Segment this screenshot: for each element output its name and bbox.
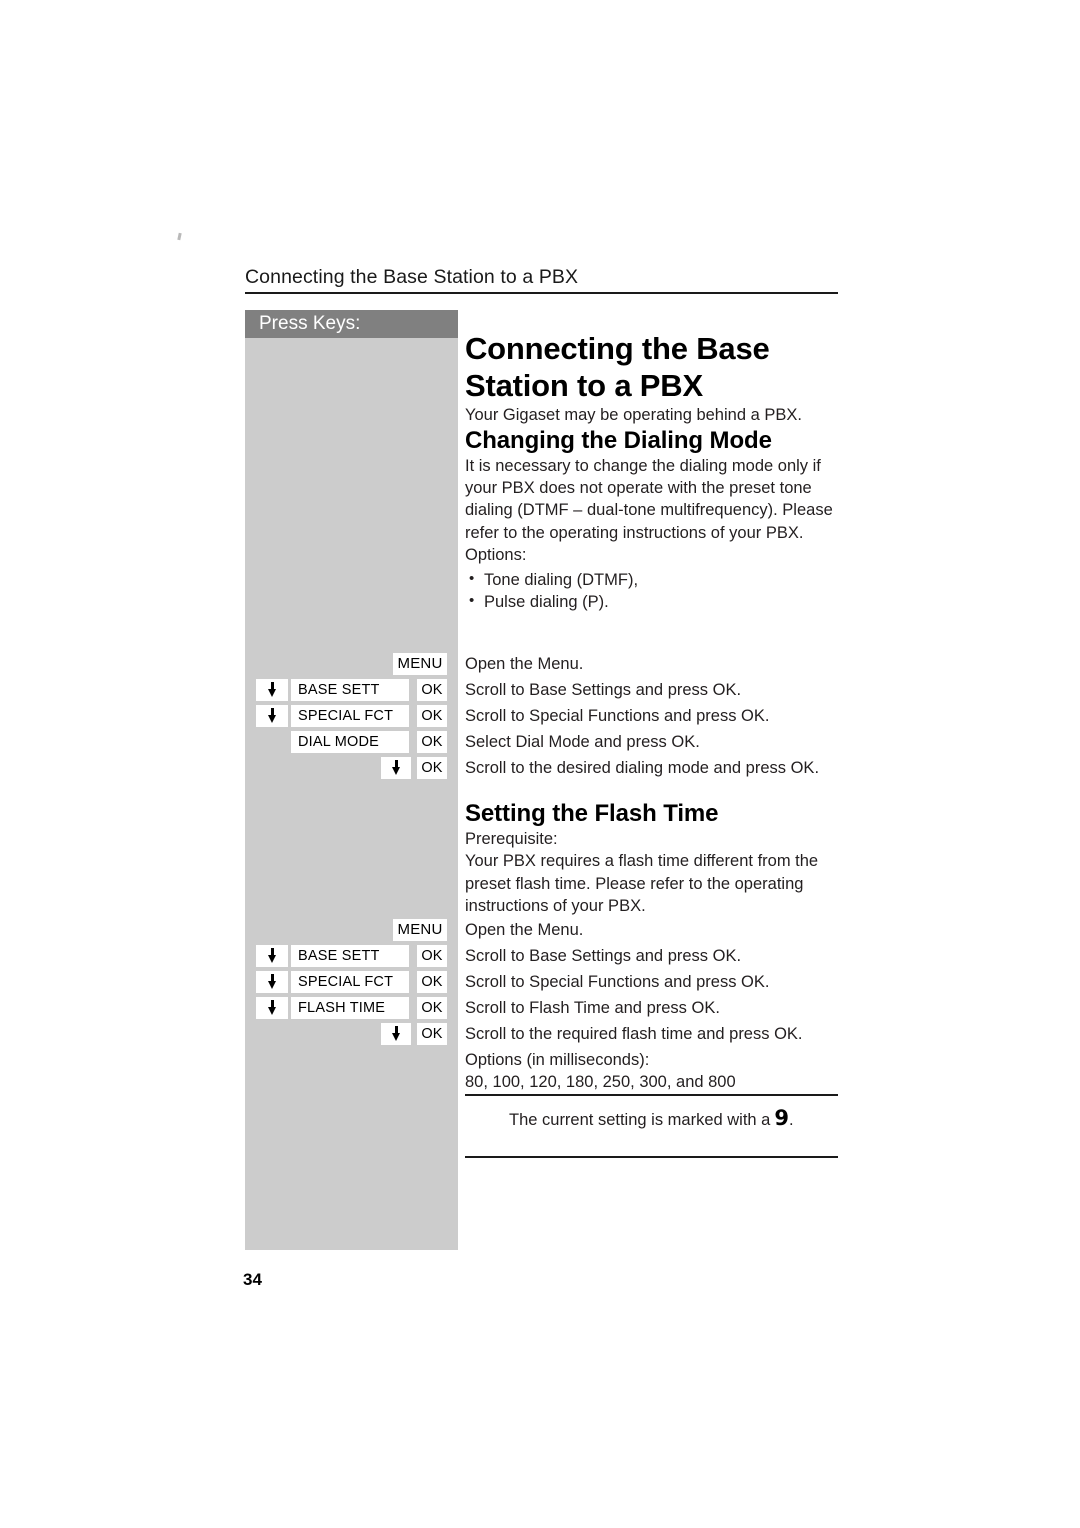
down-arrow-icon[interactable] bbox=[256, 679, 288, 701]
note-rule-bottom bbox=[465, 1156, 838, 1158]
ok-button[interactable]: OK bbox=[417, 997, 447, 1019]
list-item: Tone dialing (DTMF), bbox=[465, 568, 838, 591]
running-header-text: Connecting the Base Station to a PBX bbox=[245, 266, 579, 288]
ok-button[interactable]: OK bbox=[417, 731, 447, 753]
ok-button[interactable]: OK bbox=[417, 1023, 447, 1045]
running-header: Connecting the Base Station to a PBX bbox=[245, 266, 838, 294]
down-arrow-icon[interactable] bbox=[256, 945, 288, 967]
section-paragraph-dialing-mode: It is necessary to change the dialing mo… bbox=[465, 456, 833, 542]
ok-button[interactable]: OK bbox=[417, 757, 447, 779]
menu-button[interactable]: MENU bbox=[393, 653, 447, 675]
step-description: Scroll to the required flash time and pr… bbox=[465, 1025, 803, 1043]
key-row: FLASH TIME OK bbox=[245, 997, 458, 1019]
note-box-bottom bbox=[465, 1156, 838, 1158]
key-row: BASE SETT OK bbox=[245, 945, 458, 967]
step-description: Open the Menu. bbox=[465, 655, 584, 673]
section-paragraph-flash-time: Your PBX requires a flash time different… bbox=[465, 852, 819, 915]
step-description: Scroll to Special Functions and press OK… bbox=[465, 707, 770, 725]
down-arrow-icon[interactable] bbox=[256, 705, 288, 727]
key-row: SPECIAL FCT OK bbox=[245, 705, 458, 727]
ok-button[interactable]: OK bbox=[417, 945, 447, 967]
step-description: Scroll to Special Functions and press OK… bbox=[465, 973, 770, 991]
options-milliseconds-label: Options (in milliseconds): bbox=[465, 1051, 650, 1069]
key-row: BASE SETT OK bbox=[245, 679, 458, 701]
content-column: Connecting the Base Station to a PBX You… bbox=[465, 330, 838, 614]
key-row: OK bbox=[245, 1023, 458, 1045]
page-title: Connecting the Base Station to a PBX bbox=[465, 331, 770, 404]
options-list: Tone dialing (DTMF), Pulse dialing (P). bbox=[465, 568, 838, 614]
step-description: Open the Menu. bbox=[465, 921, 584, 939]
key-row: DIAL MODE OK bbox=[245, 731, 458, 753]
press-keys-panel: Press Keys: MENU BASE SETT OK SPECIAL FC… bbox=[245, 310, 458, 1250]
display-label-special-fct: SPECIAL FCT bbox=[291, 705, 409, 727]
key-row: MENU bbox=[245, 653, 458, 675]
note-text-label: The current setting is marked with a bbox=[509, 1111, 771, 1129]
step-descriptions-flash-time: Open the Menu. Scroll to Base Settings a… bbox=[465, 919, 845, 1097]
key-row: OK bbox=[245, 757, 458, 779]
key-row: MENU bbox=[245, 919, 458, 941]
note-text-trailing: . bbox=[788, 1111, 794, 1129]
key-sequence-dialing-mode: MENU BASE SETT OK SPECIAL FCT OK DIAL MO… bbox=[245, 653, 458, 783]
display-label-base-sett: BASE SETT bbox=[291, 945, 409, 967]
section-heading-dialing-mode: Changing the Dialing Mode bbox=[465, 426, 772, 454]
registration-tick bbox=[177, 232, 182, 241]
down-arrow-icon[interactable] bbox=[381, 1023, 411, 1045]
step-description: Select Dial Mode and press OK. bbox=[465, 733, 700, 751]
ok-button[interactable]: OK bbox=[417, 705, 447, 727]
display-label-base-sett: BASE SETT bbox=[291, 679, 409, 701]
down-arrow-icon[interactable] bbox=[256, 997, 288, 1019]
display-label-flash-time: FLASH TIME bbox=[291, 997, 409, 1019]
current-setting-mark-icon: 9 bbox=[774, 1106, 789, 1130]
key-sequence-flash-time: MENU BASE SETT OK SPECIAL FCT OK FLASH T… bbox=[245, 919, 458, 1049]
ok-button[interactable]: OK bbox=[417, 679, 447, 701]
step-description: Scroll to Flash Time and press OK. bbox=[465, 999, 720, 1017]
prerequisite-label: Prerequisite: bbox=[465, 830, 558, 848]
down-arrow-icon[interactable] bbox=[381, 757, 411, 779]
menu-button[interactable]: MENU bbox=[393, 919, 447, 941]
step-description: Scroll to the desired dialing mode and p… bbox=[465, 759, 820, 777]
options-label: Options: bbox=[465, 545, 527, 564]
display-label-special-fct: SPECIAL FCT bbox=[291, 971, 409, 993]
display-label-dial-mode: DIAL MODE bbox=[291, 731, 409, 753]
step-descriptions-dialing-mode: Open the Menu. Scroll to Base Settings a… bbox=[465, 653, 845, 783]
down-arrow-icon[interactable] bbox=[256, 971, 288, 993]
note-text: The current setting is marked with a 9. bbox=[465, 1096, 838, 1131]
list-item: Pulse dialing (P). bbox=[465, 590, 838, 613]
step-description: Scroll to Base Settings and press OK. bbox=[465, 947, 742, 965]
page-number: 34 bbox=[243, 1270, 262, 1289]
section-two-block: Setting the Flash Time Prerequisite: You… bbox=[465, 800, 838, 917]
press-keys-panel-header: Press Keys: bbox=[245, 310, 458, 338]
note-box: The current setting is marked with a 9. bbox=[465, 1094, 838, 1131]
section-heading-flash-time: Setting the Flash Time bbox=[465, 800, 719, 827]
running-header-rule bbox=[245, 292, 838, 294]
intro-paragraph: Your Gigaset may be operating behind a P… bbox=[465, 406, 802, 425]
ok-button[interactable]: OK bbox=[417, 971, 447, 993]
step-description: Scroll to Base Settings and press OK. bbox=[465, 681, 742, 699]
key-row: SPECIAL FCT OK bbox=[245, 971, 458, 993]
press-keys-label: Press Keys: bbox=[259, 313, 361, 334]
